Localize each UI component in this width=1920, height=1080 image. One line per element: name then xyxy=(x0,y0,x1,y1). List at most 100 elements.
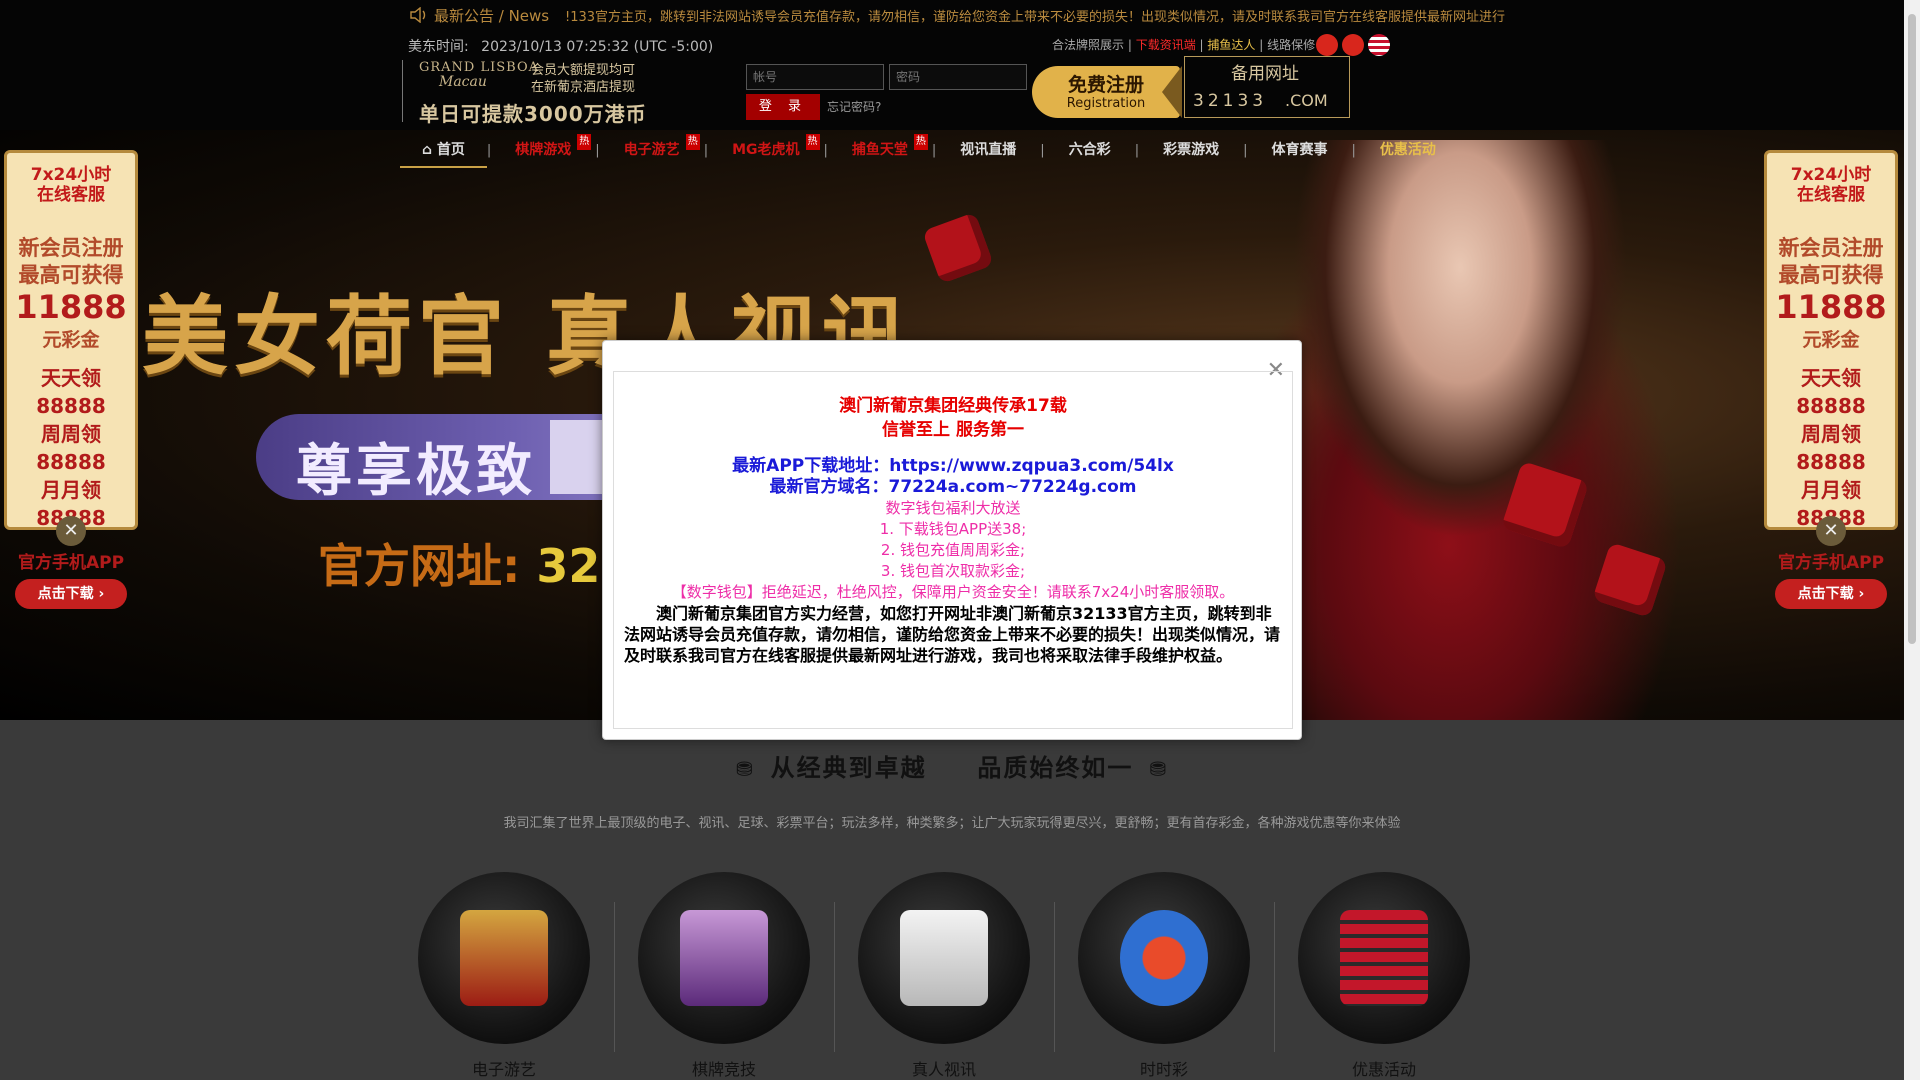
backup-url-box[interactable]: 备用网址 32133 .COM xyxy=(1184,56,1350,118)
password-input[interactable] xyxy=(889,64,1027,90)
wallet-note: 【数字钱包】拒绝延迟，杜绝风控，保障用户资金安全！请联系7x24小时客服领取。 xyxy=(671,583,1235,601)
register-label: 免费注册 xyxy=(1067,74,1144,96)
fish-link[interactable]: 捕鱼达人 xyxy=(1207,38,1255,52)
wallet-item: 2. 钱包充值周周彩金; xyxy=(880,541,1026,559)
nav-label: 视讯直播 xyxy=(960,142,1017,158)
side-ad-right[interactable]: 7x24小时 在线客服 新会员注册 最高可获得 11888 元彩金 天天领88888… xyxy=(1764,150,1898,609)
game-label: 电子游艺 xyxy=(471,1060,536,1079)
modal-headline: 澳门新葡京集团经典传承17载 xyxy=(839,396,1067,416)
section-title: ⛃ 从经典到卓越 品质始终如一 ⛃ xyxy=(0,748,1904,783)
line-repair-link[interactable]: 线路保修 xyxy=(1267,38,1315,52)
notice-marquee[interactable]: !133官方主页，跳转到非法网站诱导会员充值存款，请勿相信，谨防给您资金上带来不… xyxy=(565,6,1505,25)
wallet-item: 1. 下载钱包APP送38; xyxy=(879,520,1027,538)
download-client-link[interactable]: 下载资讯端 xyxy=(1136,38,1196,52)
nav-label: MG老虎机 xyxy=(732,142,800,158)
home-icon: ⌂ xyxy=(422,142,437,158)
wallet-item: 3. 钱包首次取款彩金; xyxy=(880,562,1026,580)
divider xyxy=(614,902,615,1052)
download-app-button[interactable]: 点击下载 › xyxy=(15,579,127,609)
announcement-modal: ✕ 澳门新葡京集团经典传承17载 信誉至上 服务第一 最新APP下载地址：htt… xyxy=(602,340,1302,740)
nav-label: 电子游艺 xyxy=(623,142,680,158)
nav-home[interactable]: ⌂ 首页 xyxy=(400,132,487,168)
hot-badge: 热 xyxy=(805,134,820,150)
hongkong-flag-icon[interactable] xyxy=(1342,34,1364,56)
nav-fishing[interactable]: 捕鱼天堂热 xyxy=(828,132,932,168)
nav-label: 六合彩 xyxy=(1068,142,1111,158)
nav-live-video[interactable]: 视讯直播 xyxy=(936,132,1040,168)
game-disc xyxy=(638,872,810,1044)
download-app-button[interactable]: 点击下载 › xyxy=(1775,579,1887,609)
login-button[interactable]: 登 录 xyxy=(746,94,820,120)
account-input[interactable] xyxy=(746,64,884,90)
vertical-scrollbar[interactable] xyxy=(1904,0,1920,1080)
register-promo: 新会员注册 最高可获得 xyxy=(18,236,124,287)
modal-content: 澳门新葡京集团经典传承17载 信誉至上 服务第一 最新APP下载地址：https… xyxy=(613,371,1293,729)
chip-icon: ⛃ xyxy=(735,757,755,781)
modal-subheadline: 信誉至上 服务第一 xyxy=(882,420,1024,440)
promo-amount: 11888 xyxy=(1775,288,1887,326)
usa-flag-icon[interactable] xyxy=(1368,34,1390,56)
forgot-password-link[interactable]: 忘记密码? xyxy=(827,98,881,115)
scrollbar-thumb[interactable] xyxy=(1908,14,1916,644)
hot-badge: 热 xyxy=(913,134,928,150)
hot-badge: 热 xyxy=(685,134,700,150)
banner-url-label: 官方网址: xyxy=(318,539,521,593)
notice-label: 最新公告 / News xyxy=(410,4,549,26)
card-icon xyxy=(922,212,994,284)
nav-lottery[interactable]: 彩票游戏 xyxy=(1139,132,1243,168)
section-description: 我司汇集了世界上最顶级的电子、视讯、足球、彩票平台；玩法多样，种类繁多；让广大玩… xyxy=(503,816,1401,831)
official-domain-link[interactable]: 77224a.com~77224g.com xyxy=(888,477,1136,497)
chip-icon: ⛃ xyxy=(1149,757,1169,781)
game-disc xyxy=(418,872,590,1044)
app-download-line: 最新APP下载地址：https://www.zqpua3.com/54lx xyxy=(614,456,1292,477)
logo-slogan: 会员大额提现均可 在新葡京酒店提现 xyxy=(531,62,661,96)
promo-unit: 元彩金 xyxy=(42,329,100,351)
nav-slots[interactable]: 电子游艺热 xyxy=(600,132,704,168)
game-promotions[interactable]: 优惠活动 xyxy=(1284,872,1484,1080)
china-flag-icon[interactable] xyxy=(1316,34,1338,56)
nav-mg-slots[interactable]: MG老虎机热 xyxy=(708,132,823,168)
logo-slogan-line1: 会员大额提现均可 xyxy=(531,63,636,78)
app-download-label: 最新APP下载地址： xyxy=(732,456,890,476)
wallet-title: 数字钱包福利大放送 xyxy=(885,499,1021,517)
register-button[interactable]: 免费注册 Registration xyxy=(1032,66,1180,118)
divider xyxy=(1274,902,1275,1052)
customer-service-text: 7x24小时 在线客服 xyxy=(1790,165,1872,205)
close-icon[interactable]: ✕ xyxy=(56,516,86,546)
backup-label: 备用网址 xyxy=(1227,59,1303,84)
license-link[interactable]: 合法牌照展示 xyxy=(1052,38,1124,52)
app-promo: 官方手机APP xyxy=(1777,553,1885,573)
side-ad-left[interactable]: 7x24小时 在线客服 新会员注册 最高可获得 11888 元彩金 天天领88888… xyxy=(4,150,138,609)
game-label: 棋牌竞技 xyxy=(691,1060,756,1079)
game-chess[interactable]: 棋牌竞技 xyxy=(624,872,824,1080)
hot-badge: 热 xyxy=(577,134,592,150)
game-disc xyxy=(858,872,1030,1044)
section-title-left: 从经典到卓越 xyxy=(770,754,927,782)
bingo-ball-icon xyxy=(1120,910,1208,1006)
nav-label: 体育赛事 xyxy=(1271,142,1328,158)
backup-number: 32133 xyxy=(1193,91,1268,111)
main-nav: ⌂ 首页 | 棋牌游戏热 | 电子游艺热 | MG老虎机热 | 捕鱼天堂热 | … xyxy=(400,132,1460,168)
official-domain-line: 最新官方域名：77224a.com~77224g.com xyxy=(614,477,1292,498)
game-lottery[interactable]: 时时彩 xyxy=(1064,872,1264,1080)
nav-mark-six[interactable]: 六合彩 xyxy=(1045,132,1135,168)
slot-machine-777-icon xyxy=(460,910,548,1006)
app-promo: 官方手机APP xyxy=(17,553,125,573)
close-icon[interactable]: ✕ xyxy=(1816,516,1846,546)
promo-rewards: 天天领88888周周领88888月月领88888 xyxy=(1796,366,1866,530)
playing-cards-icon xyxy=(900,910,988,1006)
nav-promotions[interactable]: 优惠活动 xyxy=(1356,132,1460,168)
app-download-link[interactable]: https://www.zqpua3.com/54lx xyxy=(889,456,1174,476)
site-logo[interactable]: GRAND LISBOA Macau 会员大额提现均可 在新葡京酒店提现 单日可… xyxy=(402,60,652,126)
promo-amount: 11888 xyxy=(15,288,127,326)
notice-title: 最新公告 / News xyxy=(434,6,550,25)
register-arrow-icon xyxy=(1162,66,1182,118)
nav-sports[interactable]: 体育赛事 xyxy=(1247,132,1351,168)
time-label: 美东时间: xyxy=(408,39,469,55)
game-slots[interactable]: 电子游艺 xyxy=(404,872,604,1080)
register-sublabel: Registration xyxy=(1066,96,1146,111)
logo-subtitle: Macau xyxy=(439,74,487,90)
banner-url: 官方网址: 321 xyxy=(318,530,632,596)
nav-chess-games[interactable]: 棋牌游戏热 xyxy=(491,132,595,168)
game-live[interactable]: 真人视讯 xyxy=(844,872,1044,1080)
